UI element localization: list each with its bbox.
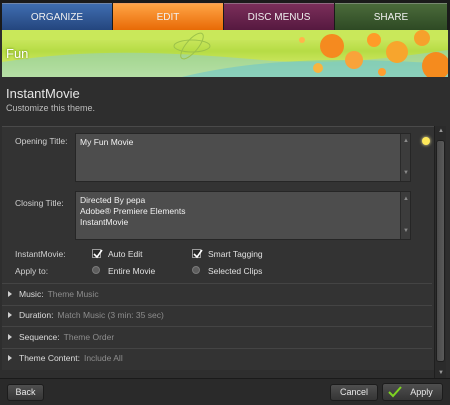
opening-title-value: My Fun Movie <box>80 137 134 147</box>
closing-title-field[interactable]: Directed By pepa Adobe® Premiere Element… <box>75 191 411 240</box>
workspace-tabs: ORGANIZE EDIT DISC MENUS SHARE <box>0 0 450 30</box>
opening-title-label: Opening Title: <box>15 136 68 146</box>
section-value: Match Music (3 min: 35 sec) <box>57 310 164 320</box>
scroll-down-icon[interactable]: ▼ <box>403 226 409 237</box>
theme-banner: Fun <box>2 30 448 77</box>
back-button[interactable]: Back <box>7 384 44 401</box>
banner-artwork <box>2 30 448 77</box>
theme-subtitle: Customize this theme. <box>6 103 96 113</box>
tab-disc-menus[interactable]: DISC MENUS <box>224 3 334 30</box>
apply-label: Apply <box>410 387 433 397</box>
opening-title-scrollbar[interactable]: ▲ ▼ <box>400 134 410 181</box>
section-value: Theme Order <box>63 332 115 342</box>
closing-title-line: Adobe® Premiere Elements <box>80 206 186 216</box>
checkmark-icon <box>193 249 203 259</box>
section-duration[interactable]: Duration: Match Music (3 min: 35 sec) <box>2 306 432 326</box>
expand-triangle-icon[interactable] <box>8 334 12 340</box>
apply-button[interactable]: Apply <box>382 383 443 401</box>
tab-organize[interactable]: ORGANIZE <box>2 3 112 30</box>
entire-movie-radio[interactable] <box>92 266 100 274</box>
section-value: Theme Music <box>47 289 99 299</box>
section-name: Theme Content: <box>19 353 80 363</box>
lightbulb-icon[interactable] <box>422 137 430 145</box>
instantmovie-label: InstantMovie: <box>15 249 66 259</box>
scroll-up-icon[interactable]: ▲ <box>438 128 444 134</box>
selected-clips-label: Selected Clips <box>208 266 263 276</box>
expand-triangle-icon[interactable] <box>8 355 12 361</box>
checkmark-icon <box>388 386 402 398</box>
scrollbar-thumb[interactable] <box>436 140 445 362</box>
entire-movie-label: Entire Movie <box>108 266 156 276</box>
section-sequence[interactable]: Sequence: Theme Order <box>2 328 432 348</box>
divider <box>2 283 432 284</box>
theme-name: InstantMovie <box>6 86 80 101</box>
section-name: Duration: <box>19 310 54 320</box>
closing-title-line: Directed By pepa <box>80 195 146 205</box>
scroll-down-icon[interactable]: ▼ <box>438 370 444 376</box>
section-music[interactable]: Music: Theme Music <box>2 285 432 305</box>
expand-triangle-icon[interactable] <box>8 291 12 297</box>
smart-tagging-label: Smart Tagging <box>208 249 263 259</box>
apply-to-label: Apply to: <box>15 266 49 276</box>
scroll-up-icon[interactable]: ▲ <box>403 194 409 205</box>
footer-bar: Back Cancel Apply <box>0 378 450 405</box>
checkmark-icon <box>93 249 103 259</box>
tab-edit[interactable]: EDIT <box>113 3 223 30</box>
smart-tagging-checkbox[interactable] <box>192 249 203 259</box>
scroll-down-icon[interactable]: ▼ <box>403 168 409 179</box>
opening-title-field[interactable]: My Fun Movie ▲ ▼ <box>75 133 411 182</box>
panel-scrollbar[interactable]: ▲ ▼ <box>434 126 446 378</box>
section-name: Music: <box>19 289 44 299</box>
scroll-up-icon[interactable]: ▲ <box>403 136 409 147</box>
section-value: Include All <box>83 353 123 363</box>
expand-triangle-icon[interactable] <box>8 312 12 318</box>
closing-title-line: InstantMovie <box>80 217 129 227</box>
closing-title-label: Closing Title: <box>15 198 64 208</box>
section-theme-content[interactable]: Theme Content: Include All <box>2 349 432 369</box>
section-name: Sequence: <box>19 332 60 342</box>
auto-edit-checkbox[interactable] <box>92 249 103 259</box>
divider <box>2 326 432 327</box>
tab-share[interactable]: SHARE <box>335 3 447 30</box>
selected-clips-radio[interactable] <box>192 266 200 274</box>
banner-title: Fun <box>6 46 29 61</box>
closing-title-scrollbar[interactable]: ▲ ▼ <box>400 192 410 239</box>
cancel-button[interactable]: Cancel <box>330 384 378 401</box>
auto-edit-label: Auto Edit <box>108 249 143 259</box>
